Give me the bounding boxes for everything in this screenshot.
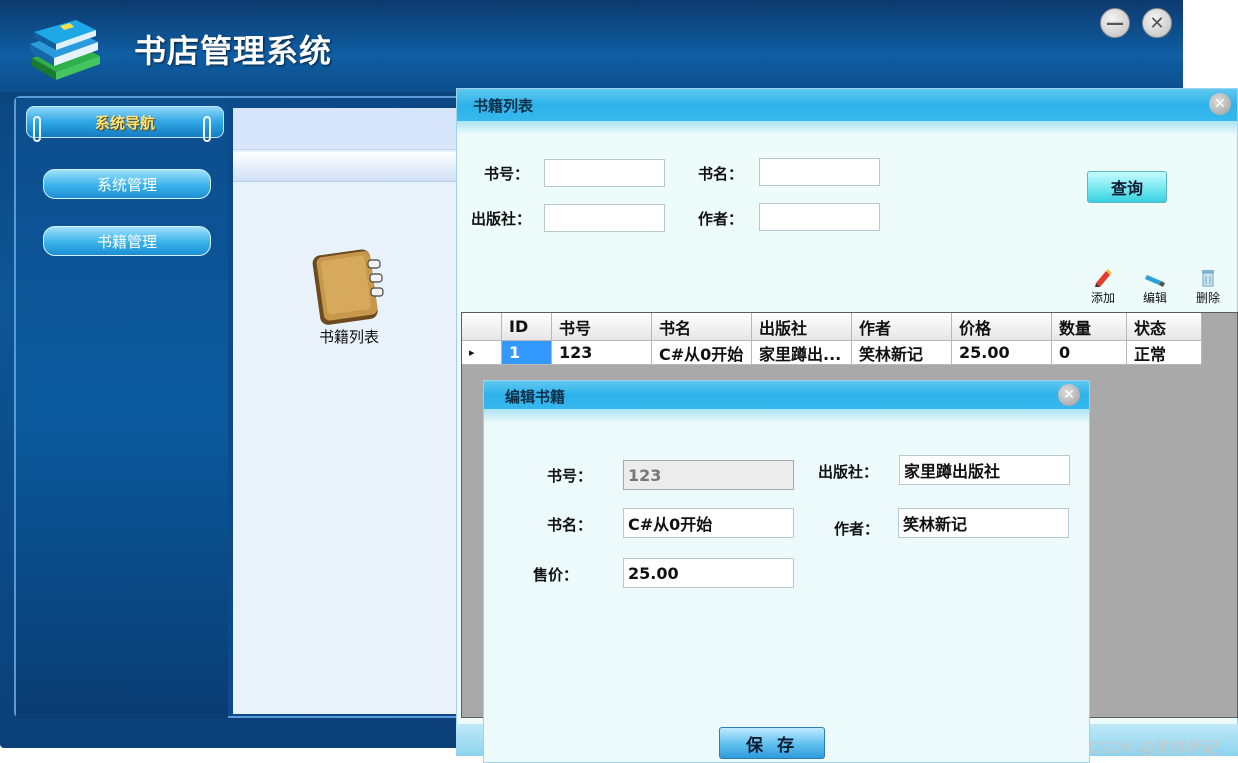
column-header-author[interactable]: 作者	[852, 313, 952, 341]
author-input[interactable]	[759, 203, 880, 231]
desktop-icon-label: 书籍列表	[318, 328, 379, 346]
close-icon: ✕	[1149, 12, 1165, 34]
edit-book-titlebar: 编辑书籍	[484, 381, 1089, 423]
book-list-close-button[interactable]: ✕	[1209, 93, 1231, 115]
row-indicator-icon: ▸	[462, 341, 502, 365]
save-button[interactable]: 保 存	[719, 727, 825, 759]
publisher-label: 出版社：	[471, 210, 532, 228]
delete-label: 删除	[1195, 291, 1220, 305]
table-cell[interactable]: C#从0开始	[652, 341, 752, 365]
edit-publisher-label: 出版社：	[818, 463, 879, 481]
edit-icon	[1145, 275, 1165, 287]
table-row[interactable]: ▸ 1 123 C#从0开始 家里蹲出... 笑林新记 25.00 0 正常	[462, 341, 1202, 365]
edit-book-no-field: 123	[623, 460, 794, 490]
table-cell[interactable]: 正常	[1127, 341, 1202, 365]
author-label: 作者：	[698, 210, 744, 228]
add-button[interactable]: 添加	[1083, 267, 1123, 306]
content-area	[233, 108, 460, 714]
edit-price-label: 售价：	[533, 566, 579, 584]
search-button[interactable]: 查询	[1087, 171, 1167, 203]
column-header-status[interactable]: 状态	[1127, 313, 1202, 341]
edit-label: 编辑	[1142, 291, 1167, 305]
column-header-quantity[interactable]: 数量	[1052, 313, 1127, 341]
edit-author-field[interactable]: 笑林新记	[898, 508, 1069, 538]
book-icon[interactable]	[306, 246, 390, 326]
edit-button[interactable]: 编辑	[1135, 267, 1175, 306]
nav-item-book-management[interactable]: 书籍管理	[43, 226, 211, 256]
content-tab-bar	[233, 152, 460, 182]
binder-ring-icon	[203, 116, 211, 142]
table-cell[interactable]: 0	[1052, 341, 1127, 365]
book-list-titlebar: 书籍列表	[457, 89, 1237, 135]
nav-title: 系统导航	[94, 113, 155, 132]
close-button[interactable]: ✕	[1142, 8, 1172, 38]
column-header-id[interactable]: ID	[502, 313, 552, 341]
book-no-input[interactable]	[544, 159, 665, 187]
table-cell[interactable]: 家里蹲出...	[752, 341, 852, 365]
book-name-label: 书名：	[698, 165, 744, 183]
table-cell[interactable]: 1	[502, 341, 552, 365]
close-icon: ✕	[1063, 387, 1075, 403]
table-cell[interactable]: 笑林新记	[852, 341, 952, 365]
watermark: CSDN @笑林新记	[1088, 738, 1219, 757]
row-header-corner	[462, 313, 502, 341]
column-header-name[interactable]: 书名	[652, 313, 752, 341]
book-no-label: 书号：	[484, 165, 530, 183]
column-header-book-no[interactable]: 书号	[552, 313, 652, 341]
edit-author-label: 作者：	[834, 520, 880, 538]
books-logo-icon	[30, 20, 100, 80]
edit-price-field[interactable]: 25.00	[623, 558, 794, 588]
add-label: 添加	[1090, 291, 1115, 305]
content-top-bar	[233, 108, 460, 150]
book-list-title: 书籍列表	[473, 97, 534, 115]
edit-book-dialog: 编辑书籍 ✕ 书号： 123 出版社： 家里蹲出版社 书名： C#从0开始 作者…	[483, 380, 1090, 763]
edit-name-field[interactable]: C#从0开始	[623, 508, 794, 538]
app-title: 书店管理系统	[134, 32, 333, 70]
nav-item-label: 系统管理	[96, 175, 157, 194]
column-header-price[interactable]: 价格	[952, 313, 1052, 341]
book-name-input[interactable]	[759, 158, 880, 186]
nav-item-label: 书籍管理	[96, 232, 157, 251]
edit-book-close-button[interactable]: ✕	[1058, 384, 1080, 406]
edit-book-no-label: 书号：	[547, 467, 593, 485]
minimize-icon: —	[1106, 12, 1124, 34]
table-header-row: ID 书号 书名 出版社 作者 价格 数量 状态	[462, 313, 1202, 341]
edit-name-label: 书名：	[547, 516, 593, 534]
binder-ring-icon	[33, 116, 41, 142]
minimize-button[interactable]: —	[1100, 8, 1130, 38]
publisher-input[interactable]	[544, 204, 665, 232]
table-cell[interactable]: 25.00	[952, 341, 1052, 365]
nav-item-system-management[interactable]: 系统管理	[43, 169, 211, 199]
column-header-publisher[interactable]: 出版社	[752, 313, 852, 341]
edit-publisher-field[interactable]: 家里蹲出版社	[899, 455, 1070, 485]
nav-title-bar: 系统导航	[26, 106, 224, 138]
delete-button[interactable]: 删除	[1188, 267, 1228, 306]
add-pencil-icon	[1095, 269, 1112, 287]
close-icon: ✕	[1214, 96, 1226, 112]
table-cell[interactable]: 123	[552, 341, 652, 365]
trash-icon	[1202, 270, 1214, 287]
edit-book-title: 编辑书籍	[505, 388, 566, 406]
